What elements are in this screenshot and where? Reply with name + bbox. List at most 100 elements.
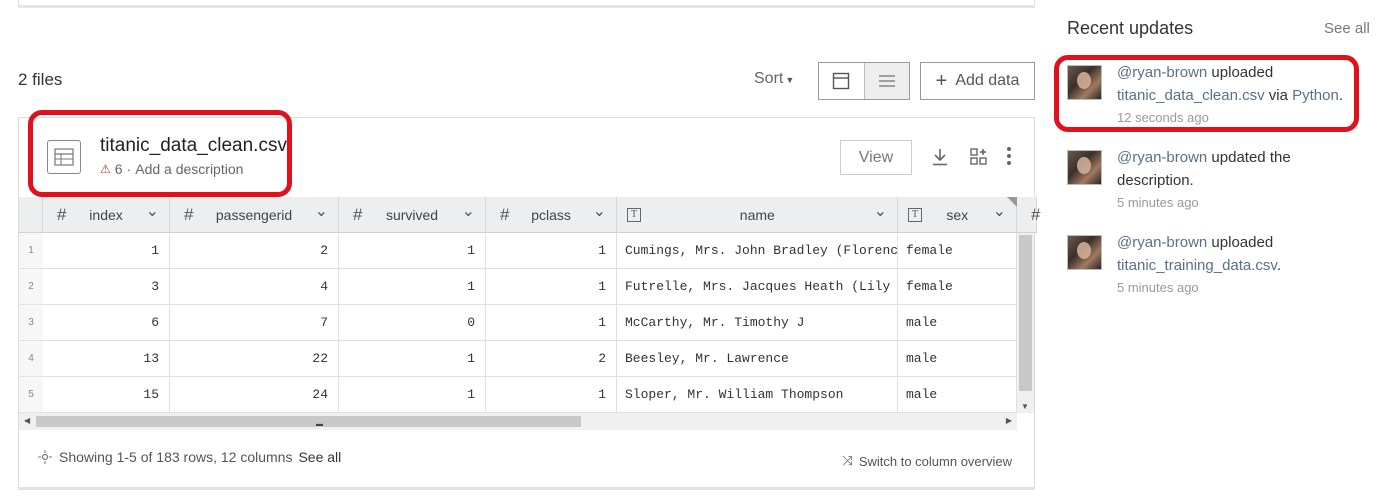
column-header-label: name (739, 206, 775, 223)
column-header[interactable]: # pclass ⌄ (486, 197, 617, 233)
switch-column-overview-button[interactable]: ⤨ Switch to column overview (842, 453, 1012, 469)
table-cell: female (898, 233, 1017, 269)
horizontal-scrollbar[interactable]: ◀ ▬ ▶ (19, 413, 1017, 430)
table-cell: 24 (170, 377, 339, 413)
table-cell: 22 (170, 341, 339, 377)
chevron-down-icon[interactable]: ⌄ (462, 201, 475, 221)
view-toggle[interactable] (818, 62, 910, 100)
table-cell: female (898, 269, 1017, 305)
column-header-label: sex (946, 206, 969, 223)
caret-down-icon: ▼ (785, 75, 795, 85)
row-number: 3 (19, 305, 43, 341)
scrollbar-thumb[interactable]: ▬ (36, 416, 581, 428)
row-number-header (19, 197, 43, 233)
chevron-down-icon[interactable]: ⌄ (593, 201, 606, 221)
scroll-down-arrow-icon[interactable]: ▼ (1021, 402, 1029, 411)
table-cell: 1 (339, 377, 486, 413)
column-header[interactable]: Tsex ⌄ (898, 197, 1017, 233)
row-number: 2 (19, 269, 43, 305)
table-cell: Sloper, Mr. William Thompson (617, 377, 898, 413)
column-header-label: pclass (531, 206, 571, 223)
table-cell: male (898, 377, 1017, 413)
number-type-icon: # (184, 204, 194, 224)
card-view-icon (833, 72, 850, 90)
user-link[interactable]: @ryan-brown (1117, 234, 1207, 251)
table-cell: 1 (486, 233, 617, 269)
chevron-down-icon[interactable]: ⌄ (993, 201, 1006, 221)
grip-icon: ▬ (316, 421, 323, 428)
column-header[interactable]: # index ⌄ (43, 197, 170, 233)
table-cell: 13 (43, 341, 170, 377)
download-icon[interactable] (932, 148, 948, 171)
table-cell: 6 (43, 305, 170, 341)
shuffle-icon: ⤨ (842, 453, 853, 468)
annotation-highlight (28, 110, 292, 197)
text-type-icon: T (627, 207, 641, 222)
user-link[interactable]: @ryan-brown (1117, 149, 1207, 166)
scroll-right-arrow-icon[interactable]: ▶ (1006, 416, 1012, 425)
previous-card-edge (18, 0, 1035, 8)
column-header[interactable]: # passengerid ⌄ (170, 197, 339, 233)
column-header[interactable]: # (1017, 197, 1041, 233)
card-view-button[interactable] (819, 63, 864, 99)
number-type-icon: # (1031, 204, 1041, 224)
avatar[interactable] (1067, 235, 1102, 270)
update-item: @ryan-brown updated the description. 5 m… (1067, 149, 1367, 210)
add-data-button[interactable]: + Add data (920, 62, 1035, 100)
recent-updates-title: Recent updates (1067, 18, 1194, 38)
corner-indicator (1007, 197, 1017, 207)
chevron-down-icon[interactable]: ⌄ (146, 201, 159, 221)
update-text: @ryan-brown updated the description. (1117, 146, 1362, 192)
table-cell: 1 (486, 305, 617, 341)
text-type-icon: T (908, 207, 922, 222)
update-item: @ryan-brown uploaded titanic_training_da… (1067, 234, 1367, 295)
view-button[interactable]: View (840, 140, 912, 175)
add-data-label: Add data (955, 72, 1020, 89)
table-cell: 1 (339, 233, 486, 269)
annotation-highlight (1054, 55, 1359, 132)
number-type-icon: # (353, 204, 363, 224)
sort-button[interactable]: Sort ▼ (754, 70, 794, 88)
column-header-label: index (89, 206, 123, 223)
table-cell: 1 (486, 377, 617, 413)
table-cell: 7 (170, 305, 339, 341)
list-view-button[interactable] (863, 63, 909, 99)
table-footer-summary: Showing 1-5 of 183 rows, 12 columns See … (37, 449, 341, 465)
table-cell: 3 (43, 269, 170, 305)
see-all-rows-link[interactable]: See all (298, 449, 341, 465)
row-number: 4 (19, 341, 43, 377)
table-cell: McCarthy, Mr. Timothy J (617, 305, 898, 341)
row-number: 5 (19, 377, 43, 413)
table-cell: 4 (170, 269, 339, 305)
column-header[interactable]: # survived ⌄ (339, 197, 486, 233)
update-time: 5 minutes ago (1117, 280, 1199, 295)
update-time: 5 minutes ago (1117, 195, 1199, 210)
move-icon (38, 450, 52, 464)
update-end: . (1276, 257, 1281, 274)
update-text: @ryan-brown uploaded titanic_training_da… (1117, 231, 1362, 277)
table-cell: Beesley, Mr. Lawrence (617, 341, 898, 377)
update-action: uploaded (1207, 234, 1274, 251)
files-count: 2 files (18, 70, 63, 89)
table-cell: 1 (339, 341, 486, 377)
table-cell: 0 (339, 305, 486, 341)
chevron-down-icon[interactable]: ⌄ (874, 201, 887, 221)
apps-icon[interactable] (970, 148, 988, 171)
number-type-icon: # (57, 204, 67, 224)
scroll-left-arrow-icon[interactable]: ◀ (24, 416, 30, 425)
more-options-icon[interactable] (1006, 146, 1012, 171)
recent-see-all-link[interactable]: See all (1324, 20, 1370, 37)
list-view-icon (878, 75, 895, 87)
vertical-scrollbar[interactable]: ▼ (1017, 233, 1034, 413)
table-cell: male (898, 341, 1017, 377)
switch-label: Switch to column overview (858, 453, 1012, 469)
avatar[interactable] (1067, 150, 1102, 185)
column-header[interactable]: Tname ⌄ (617, 197, 898, 233)
table-cell: 15 (43, 377, 170, 413)
table-cell: 2 (486, 341, 617, 377)
scrollbar-thumb[interactable] (1019, 235, 1032, 391)
chevron-down-icon[interactable]: ⌄ (315, 201, 328, 221)
table-cell: 2 (170, 233, 339, 269)
file-link[interactable]: titanic_training_data.csv (1117, 257, 1277, 274)
table-cell: 1 (43, 233, 170, 269)
